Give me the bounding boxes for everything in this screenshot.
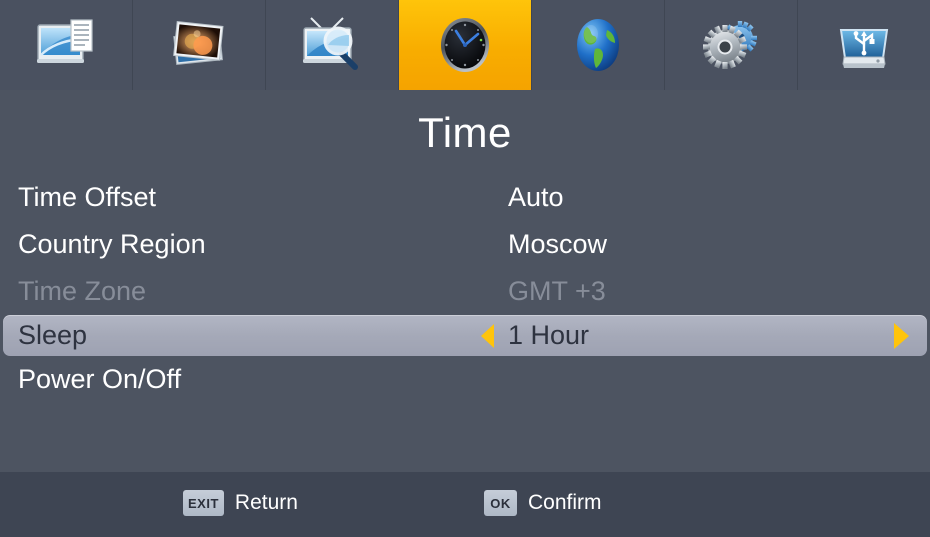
gears-icon (703, 21, 757, 69)
time-settings-screen: Time Time Offset Auto Country Region Mos… (0, 0, 930, 537)
picture-tab[interactable] (133, 0, 265, 90)
menu-row-sleep[interactable]: Sleep 1 Hour (3, 315, 927, 356)
menu-row-label: Power On/Off (18, 364, 182, 394)
exit-key-badge: EXIT (183, 490, 224, 516)
top-tab-bar (0, 0, 930, 90)
menu-row-time-offset[interactable]: Time Offset Auto (0, 174, 930, 221)
menu-row-value: 1 Hour (508, 320, 590, 350)
clock-icon (441, 18, 489, 72)
next-value-arrow-icon[interactable] (894, 322, 909, 349)
footer-hint-confirm[interactable]: OK Confirm (484, 490, 602, 516)
menu-row-value: Moscow (508, 229, 608, 259)
picture-photo-icon (173, 21, 224, 65)
time-tab[interactable] (399, 0, 531, 90)
menu-row-value: GMT +3 (508, 276, 606, 306)
menu-row-label: Country Region (18, 229, 206, 259)
globe-icon (577, 19, 619, 71)
footer-hint-label: Confirm (528, 491, 602, 514)
tv-search-icon (303, 17, 358, 70)
settings-list: Time Offset Auto Country Region Moscow T… (0, 174, 930, 403)
system-tab[interactable] (665, 0, 797, 90)
language-tab[interactable] (532, 0, 664, 90)
menu-row-power-on-off[interactable]: Power On/Off (0, 356, 930, 403)
program-tab[interactable] (0, 0, 132, 90)
menu-row-time-zone: Time Zone GMT +3 (0, 268, 930, 315)
menu-row-value: Auto (508, 182, 564, 212)
footer-bar: EXIT Return OK Confirm (0, 472, 930, 537)
menu-row-label: Time Offset (18, 182, 157, 212)
footer-hint-return[interactable]: EXIT Return (183, 490, 298, 516)
content-area: Time Time Offset Auto Country Region Mos… (0, 90, 930, 472)
search-tab[interactable] (266, 0, 398, 90)
previous-value-arrow-icon[interactable] (481, 323, 494, 348)
menu-row-label: Sleep (18, 320, 88, 350)
program-list-icon (37, 19, 93, 63)
usb-drive-icon (839, 29, 889, 68)
usb-tab[interactable] (798, 0, 930, 90)
footer-hint-label: Return (234, 491, 298, 514)
ok-key-badge: OK (484, 490, 517, 516)
menu-row-label: Time Zone (18, 276, 147, 306)
menu-row-country-region[interactable]: Country Region Moscow (0, 221, 930, 268)
page-title: Time (418, 109, 512, 156)
